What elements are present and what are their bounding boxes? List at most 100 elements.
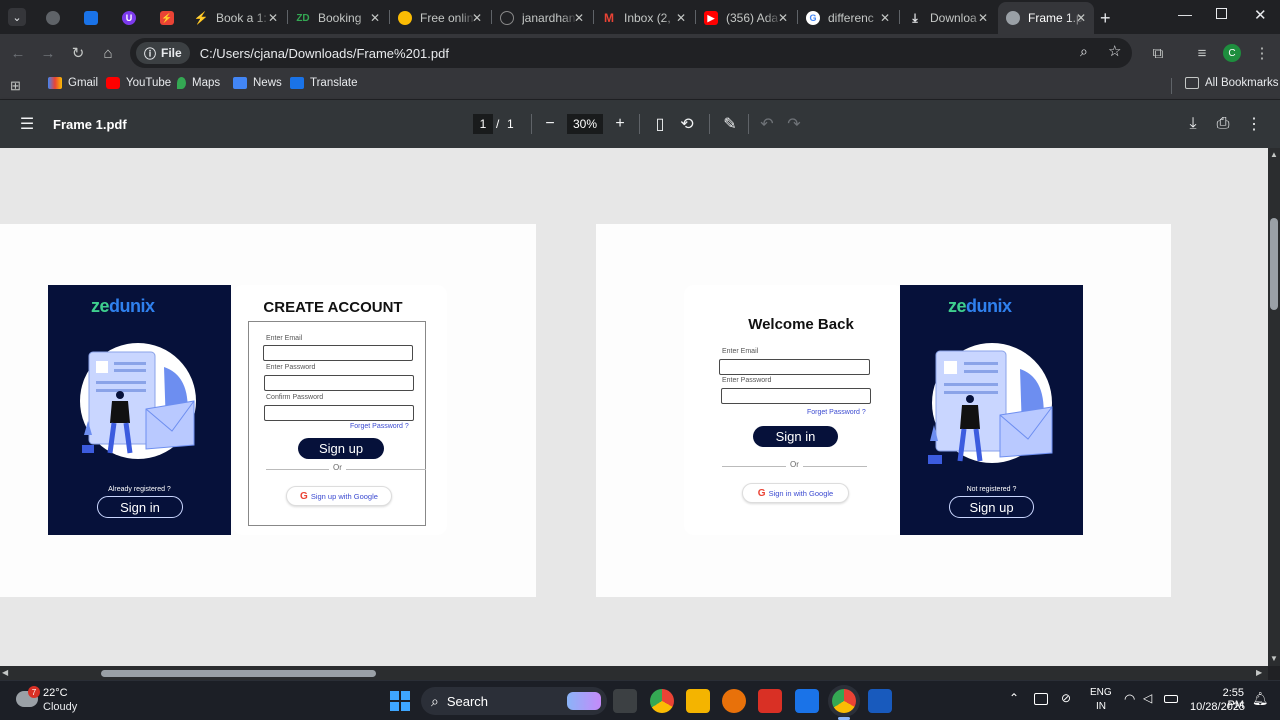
scroll-left-icon[interactable]: ◀ — [2, 668, 8, 677]
new-tab-button[interactable]: + — [1100, 8, 1111, 29]
tab-frame-pdf[interactable]: Frame 1.p ✕ — [998, 2, 1094, 34]
signup-confirm-input[interactable] — [264, 405, 414, 421]
weather-desc[interactable]: Cloudy — [43, 701, 77, 713]
scroll-up-icon[interactable]: ▲ — [1270, 150, 1278, 159]
tab-pinned-3[interactable]: U — [114, 4, 142, 32]
language-bottom[interactable]: IN — [1096, 701, 1106, 712]
home-button[interactable]: ⌂ — [98, 43, 118, 63]
redo-icon[interactable]: ↷ — [784, 114, 804, 134]
close-icon[interactable]: ✕ — [370, 11, 380, 25]
forget-password-link[interactable]: Forget Password ? — [350, 423, 409, 430]
vertical-scroll-thumb[interactable] — [1270, 218, 1278, 310]
word-icon[interactable] — [868, 689, 892, 713]
rotate-icon[interactable]: ⟲ — [677, 114, 697, 134]
site-info-chip[interactable]: ⓘ File — [136, 42, 190, 64]
fit-page-icon[interactable]: ▯ — [650, 114, 670, 134]
zoom-icon[interactable]: ⌕ — [1080, 43, 1088, 60]
print-icon[interactable]: ⎙ — [1213, 114, 1233, 134]
extensions-icon[interactable]: ⧉ — [1148, 43, 1168, 63]
sidebar-menu-icon[interactable]: ☰ — [17, 114, 37, 134]
tab-difference[interactable]: G differenc ✕ — [798, 4, 898, 32]
signin-password-input[interactable] — [721, 388, 871, 404]
tray-mute-icon[interactable]: ⊘ — [1061, 691, 1071, 705]
bookmark-news[interactable]: News — [233, 77, 282, 89]
reload-button[interactable]: ↻ — [68, 43, 88, 63]
undo-icon[interactable]: ↶ — [757, 114, 777, 134]
close-icon[interactable]: ✕ — [676, 11, 686, 25]
tab-github[interactable]: janardhan ✕ — [492, 4, 592, 32]
close-icon[interactable]: ✕ — [978, 11, 988, 25]
tab-search-icon[interactable]: ⌄ — [8, 8, 26, 26]
side-sign-in-button[interactable]: Sign in — [97, 496, 183, 518]
more-options-icon[interactable]: ⋮ — [1244, 114, 1264, 134]
forward-button[interactable]: → — [38, 43, 58, 63]
file-explorer-icon[interactable] — [686, 689, 710, 713]
minimize-button[interactable]: — — [1178, 6, 1192, 22]
tab-pinned-2[interactable] — [76, 4, 104, 32]
close-window-button[interactable]: ✕ — [1254, 6, 1267, 24]
taskbar-search[interactable]: ⌕ Search — [421, 687, 607, 715]
google-signup-button[interactable]: G Sign up with Google — [286, 486, 392, 506]
zoom-input[interactable]: 30% — [567, 114, 603, 134]
tab-downloads[interactable]: ⤓ Downloa ✕ — [900, 4, 996, 32]
back-button[interactable]: ← — [8, 43, 28, 63]
scroll-right-icon[interactable]: ▶ — [1256, 668, 1262, 677]
zoom-out-button[interactable]: − — [540, 114, 560, 134]
app-medal-icon[interactable] — [722, 689, 746, 713]
apps-grid-icon[interactable]: ⊞ — [10, 78, 21, 94]
notification-bell-icon[interactable]: 🔔︎ — [1252, 691, 1269, 707]
forget-password-link[interactable]: Forget Password ? — [807, 409, 866, 416]
download-icon[interactable]: ⤓ — [1183, 114, 1203, 134]
side-sign-up-button[interactable]: Sign up — [949, 496, 1034, 518]
pdf-viewer[interactable]: zedunix Already registered ? Sign in CRE… — [0, 148, 1268, 666]
tab-inbox[interactable]: M Inbox (2, ✕ — [594, 4, 694, 32]
tray-overflow-icon[interactable]: ⌃ — [1009, 691, 1019, 705]
close-icon[interactable]: ✕ — [268, 11, 278, 25]
menu-icon[interactable]: ⋮ — [1252, 43, 1272, 63]
battery-icon[interactable] — [1164, 695, 1178, 703]
all-bookmarks[interactable]: All Bookmarks — [1185, 77, 1279, 89]
signup-email-input[interactable] — [263, 345, 413, 361]
tray-app-icon[interactable] — [1034, 693, 1048, 705]
volume-icon[interactable]: ◁ — [1143, 691, 1152, 705]
weather-temp[interactable]: 22°C — [43, 687, 68, 699]
bookmark-youtube[interactable]: YouTube — [106, 77, 171, 89]
tab-book[interactable]: ⚡ Book a 1: ✕ — [186, 4, 286, 32]
page-number-input[interactable]: 1 — [473, 114, 493, 134]
horizontal-scrollbar[interactable]: ◀ ▶ — [0, 666, 1268, 680]
chrome-taskbar-icon[interactable] — [650, 689, 674, 713]
scroll-down-icon[interactable]: ▼ — [1270, 654, 1278, 663]
annotate-icon[interactable]: ✎ — [720, 114, 740, 134]
signin-email-input[interactable] — [719, 359, 870, 375]
maximize-button[interactable] — [1216, 8, 1227, 19]
store-icon[interactable] — [795, 689, 819, 713]
wifi-icon[interactable]: ◠ — [1124, 691, 1135, 707]
close-icon[interactable]: ✕ — [472, 11, 482, 25]
horizontal-scroll-thumb[interactable] — [101, 670, 376, 677]
tab-booking[interactable]: ZD Booking ✕ — [288, 4, 388, 32]
clock-date[interactable]: 10/28/2025 — [1190, 701, 1245, 713]
chrome-active-icon[interactable] — [832, 689, 856, 713]
close-icon[interactable]: ✕ — [1076, 11, 1086, 25]
zoom-in-button[interactable]: + — [610, 114, 630, 134]
close-icon[interactable]: ✕ — [880, 11, 890, 25]
url-text[interactable]: C:/Users/cjana/Downloads/Frame%201.pdf — [200, 46, 449, 61]
tab-youtube[interactable]: ▶ (356) Ada ✕ — [696, 4, 796, 32]
bookmark-translate[interactable]: Translate — [290, 77, 358, 89]
vertical-scrollbar[interactable]: ▲ ▼ — [1268, 148, 1280, 666]
close-icon[interactable]: ✕ — [778, 11, 788, 25]
close-icon[interactable]: ✕ — [574, 11, 584, 25]
media-icon[interactable]: ≡ — [1192, 43, 1212, 63]
tab-pinned-4[interactable]: ⚡ — [152, 4, 180, 32]
bookmark-maps[interactable]: Maps — [177, 77, 220, 89]
bookmark-star-icon[interactable]: ☆ — [1108, 42, 1121, 60]
tab-free-online[interactable]: Free onlin ✕ — [390, 4, 490, 32]
language-top[interactable]: ENG — [1090, 687, 1112, 698]
windows-start-icon[interactable] — [390, 691, 410, 711]
task-view-icon[interactable] — [613, 689, 637, 713]
wps-icon[interactable] — [758, 689, 782, 713]
bookmark-gmail[interactable]: Gmail — [48, 77, 98, 89]
profile-avatar[interactable]: C — [1223, 44, 1241, 62]
omnibox[interactable]: ⓘ File C:/Users/cjana/Downloads/Frame%20… — [130, 38, 1132, 68]
sign-in-button[interactable]: Sign in — [753, 426, 838, 447]
